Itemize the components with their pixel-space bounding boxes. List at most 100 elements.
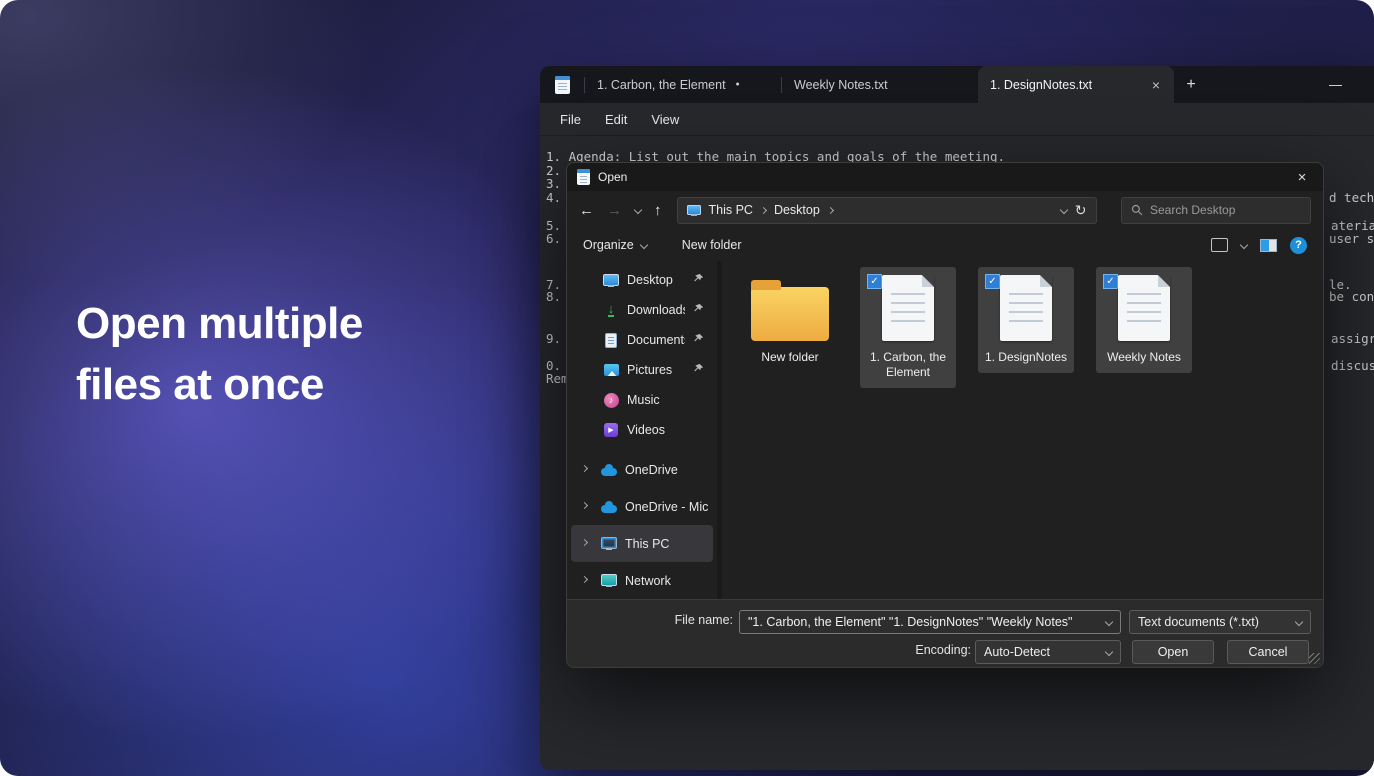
dialog-close-button[interactable]: × <box>1281 163 1323 191</box>
back-button[interactable]: ← <box>579 202 594 219</box>
encoding-select[interactable]: Auto-Detect <box>975 640 1121 664</box>
sidebar-item-label: Desktop <box>627 273 673 287</box>
cancel-button[interactable]: Cancel <box>1227 640 1309 664</box>
file-name-input[interactable] <box>748 615 1100 629</box>
expand-chevron-icon[interactable] <box>581 538 588 545</box>
text-file-icon <box>1118 275 1170 341</box>
chevron-right-icon[interactable] <box>760 206 767 213</box>
file-label: New folder <box>761 350 818 365</box>
file-tile-new-folder[interactable]: New folder <box>742 267 838 373</box>
editor-line: be cond <box>1329 289 1374 304</box>
sidebar-item-music[interactable]: ♪ Music <box>571 385 713 415</box>
editor-line: 8. <box>546 289 561 304</box>
tab-close-icon[interactable]: × <box>1150 77 1162 93</box>
encoding-chevron-icon[interactable] <box>1105 648 1113 656</box>
pictures-icon <box>603 362 619 378</box>
dialog-titlebar[interactable]: Open × <box>567 163 1323 191</box>
sidebar-item-label: Pictures <box>627 363 672 377</box>
minimize-button[interactable]: — <box>1329 66 1342 103</box>
file-name-chevron-icon[interactable] <box>1105 618 1113 626</box>
dialog-title: Open <box>598 170 627 184</box>
sidebar-item-label: Videos <box>627 423 665 437</box>
sidebar-item-network[interactable]: Network <box>571 562 713 599</box>
file-tile-carbon[interactable]: ✓ 1. Carbon, the Element <box>860 267 956 388</box>
pin-icon <box>693 333 704 347</box>
sidebar-item-onedrive-microsoft[interactable]: OneDrive - Micro <box>571 488 713 525</box>
address-dropdown-chevron-icon[interactable] <box>1060 206 1068 214</box>
open-dialog: Open × ← → ↑ This PC Desktop ↻ <box>566 162 1324 668</box>
file-tile-designnotes[interactable]: ✓ 1. DesignNotes <box>978 267 1074 373</box>
dialog-toolbar: Organize New folder ? <box>567 229 1323 261</box>
search-input[interactable] <box>1150 203 1301 217</box>
sidebar-item-videos[interactable]: ▶ Videos <box>571 415 713 445</box>
tab-label: 1. DesignNotes.txt <box>990 78 1092 92</box>
forward-button[interactable]: → <box>607 202 622 219</box>
editor-line: assigr <box>1331 331 1374 346</box>
organize-button[interactable]: Organize <box>583 238 634 252</box>
file-type-chevron-icon[interactable] <box>1295 618 1303 626</box>
sidebar-item-downloads[interactable]: ↓ Downloads <box>571 295 713 325</box>
dialog-body: Desktop ↓ Downloads Documents Pictures <box>567 261 1323 599</box>
sidebar-item-label: OneDrive - Micro <box>625 500 709 514</box>
editor-line: d techr <box>1329 190 1374 205</box>
menu-file[interactable]: File <box>548 107 593 132</box>
tab-label: Weekly Notes.txt <box>794 78 888 92</box>
documents-icon <box>603 332 619 348</box>
sidebar-item-documents[interactable]: Documents <box>571 325 713 355</box>
network-icon <box>601 573 617 589</box>
help-icon[interactable]: ? <box>1290 237 1307 254</box>
editor-line: 6. <box>546 231 561 246</box>
unsaved-dot-icon: ● <box>736 81 740 88</box>
checkbox-checked-icon[interactable]: ✓ <box>867 274 882 289</box>
expand-chevron-icon[interactable] <box>581 575 588 582</box>
file-type-select[interactable]: Text documents (*.txt) <box>1129 610 1311 634</box>
pin-icon <box>693 363 704 377</box>
menu-edit[interactable]: Edit <box>593 107 639 132</box>
resize-grip[interactable] <box>1309 653 1320 664</box>
sidebar-item-label: This PC <box>625 537 669 551</box>
dialog-sidebar: Desktop ↓ Downloads Documents Pictures <box>567 261 717 599</box>
expand-chevron-icon[interactable] <box>581 501 588 508</box>
chevron-right-icon[interactable] <box>827 206 834 213</box>
open-button[interactable]: Open <box>1132 640 1214 664</box>
file-list: New folder ✓ 1. Carbon, the Element ✓ 1.… <box>722 261 1323 599</box>
file-tile-weekly-notes[interactable]: ✓ Weekly Notes <box>1096 267 1192 373</box>
menu-view[interactable]: View <box>639 107 691 132</box>
dialog-footer: File name: Text documents (*.txt) Encodi… <box>567 599 1323 667</box>
tab-weekly-notes[interactable]: Weekly Notes.txt <box>782 66 978 103</box>
new-folder-button[interactable]: New folder <box>682 238 742 252</box>
onedrive-icon <box>601 499 617 515</box>
sidebar-item-label: Music <box>627 393 660 407</box>
recent-locations-chevron-icon[interactable] <box>634 206 642 214</box>
tab-designnotes[interactable]: 1. DesignNotes.txt × <box>978 66 1174 103</box>
view-mode-icon[interactable] <box>1211 238 1228 252</box>
checkbox-checked-icon[interactable]: ✓ <box>985 274 1000 289</box>
search-box[interactable] <box>1121 197 1311 224</box>
file-name-combobox[interactable] <box>739 610 1121 634</box>
this-pc-icon <box>601 536 617 552</box>
downloads-icon: ↓ <box>603 302 619 318</box>
sidebar-item-this-pc[interactable]: This PC <box>571 525 713 562</box>
notepad-menu-bar: File Edit View <box>540 103 1374 136</box>
breadcrumb-desktop[interactable]: Desktop <box>774 203 820 217</box>
tab-carbon[interactable]: 1. Carbon, the Element ● <box>585 66 781 103</box>
address-bar[interactable]: This PC Desktop ↻ <box>677 197 1097 224</box>
up-button[interactable]: ↑ <box>654 202 662 219</box>
notepad-icon <box>555 76 570 94</box>
view-mode-chevron-icon[interactable] <box>1240 241 1248 249</box>
preview-pane-icon[interactable] <box>1260 239 1277 252</box>
sidebar-item-desktop[interactable]: Desktop <box>571 265 713 295</box>
new-tab-button[interactable]: + <box>1174 66 1208 103</box>
hero-title-line2: files at once <box>76 354 363 415</box>
file-label: 1. Carbon, the Element <box>862 350 954 380</box>
file-name-label: File name: <box>567 613 733 627</box>
music-icon: ♪ <box>603 392 619 408</box>
refresh-icon[interactable]: ↻ <box>1075 202 1087 219</box>
sidebar-item-onedrive[interactable]: OneDrive <box>571 451 713 488</box>
expand-chevron-icon[interactable] <box>581 464 588 471</box>
breadcrumb-this-pc[interactable]: This PC <box>709 203 753 217</box>
sidebar-item-pictures[interactable]: Pictures <box>571 355 713 385</box>
organize-chevron-icon[interactable] <box>639 241 647 249</box>
editor-line: user st <box>1329 231 1374 246</box>
checkbox-checked-icon[interactable]: ✓ <box>1103 274 1118 289</box>
